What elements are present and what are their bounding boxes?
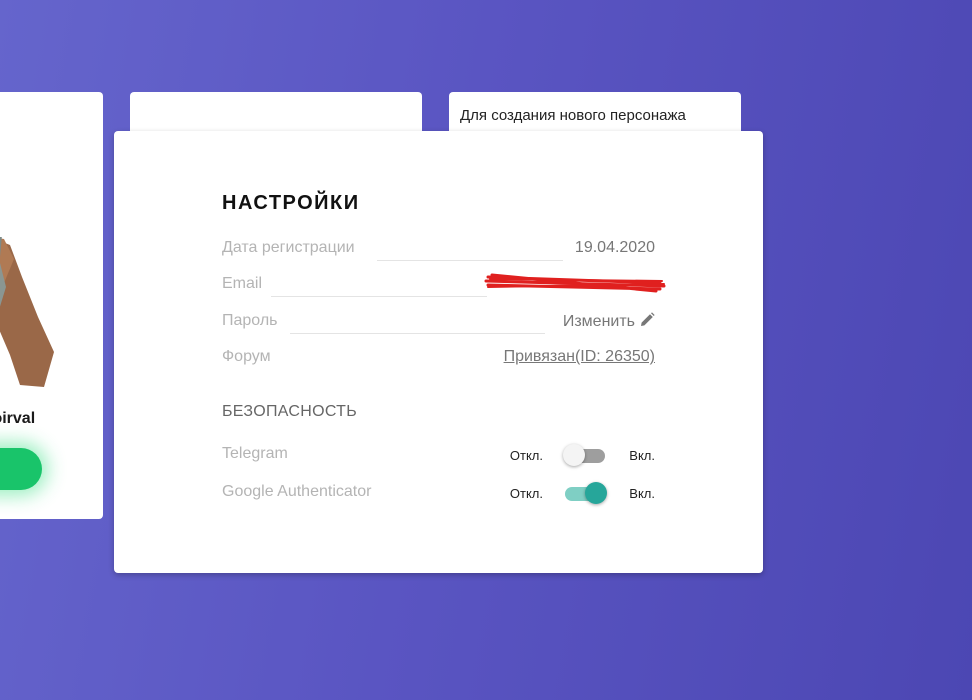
email-label: Email — [222, 275, 263, 292]
play-button[interactable] — [0, 448, 42, 490]
change-password-link[interactable]: Изменить — [563, 312, 655, 331]
password-label: Пароль — [222, 312, 278, 329]
row-divider — [271, 296, 487, 297]
password-row: Пароль Изменить — [222, 312, 655, 334]
toggle-on-label: Вкл. — [629, 448, 655, 463]
forum-row: Форум Привязан(ID: 26350) — [222, 348, 655, 370]
switch-knob — [585, 482, 607, 504]
google-auth-toggle-row: Google Authenticator Откл. Вкл. — [222, 481, 655, 505]
toggle-off-label: Откл. — [509, 486, 543, 501]
switch-knob — [563, 444, 585, 466]
google-auth-label: Google Authenticator — [222, 483, 372, 500]
toggle-off-label: Откл. — [509, 448, 543, 463]
telegram-label: Telegram — [222, 445, 288, 462]
row-divider — [290, 333, 545, 334]
forum-linked-link[interactable]: Привязан(ID: 26350) — [504, 348, 655, 366]
registration-date-value: 19.04.2020 — [574, 239, 655, 256]
character-avatar — [0, 237, 54, 387]
settings-panel: НАСТРОЙКИ Дата регистрации 19.04.2020 Em… — [114, 131, 763, 573]
row-divider — [377, 260, 563, 261]
email-row: Email — [222, 273, 666, 297]
settings-title: НАСТРОЙКИ — [222, 192, 360, 214]
google-auth-switch[interactable] — [563, 481, 607, 505]
registration-date-row: Дата регистрации 19.04.2020 — [222, 239, 655, 261]
character-card: loirval — [0, 92, 103, 519]
registration-date-label: Дата регистрации — [222, 239, 355, 256]
redaction-scribble — [484, 273, 666, 293]
telegram-toggle-row: Telegram Откл. Вкл. — [222, 443, 655, 467]
security-title: БЕЗОПАСНОСТЬ — [222, 403, 358, 420]
change-password-label: Изменить — [562, 313, 635, 330]
character-name: loirval — [0, 410, 36, 427]
new-character-hint: Для создания нового персонажа — [460, 107, 686, 124]
telegram-switch[interactable] — [563, 443, 607, 467]
pencil-icon[interactable] — [639, 312, 655, 328]
forum-label: Форум — [222, 348, 271, 365]
toggle-on-label: Вкл. — [629, 486, 655, 501]
